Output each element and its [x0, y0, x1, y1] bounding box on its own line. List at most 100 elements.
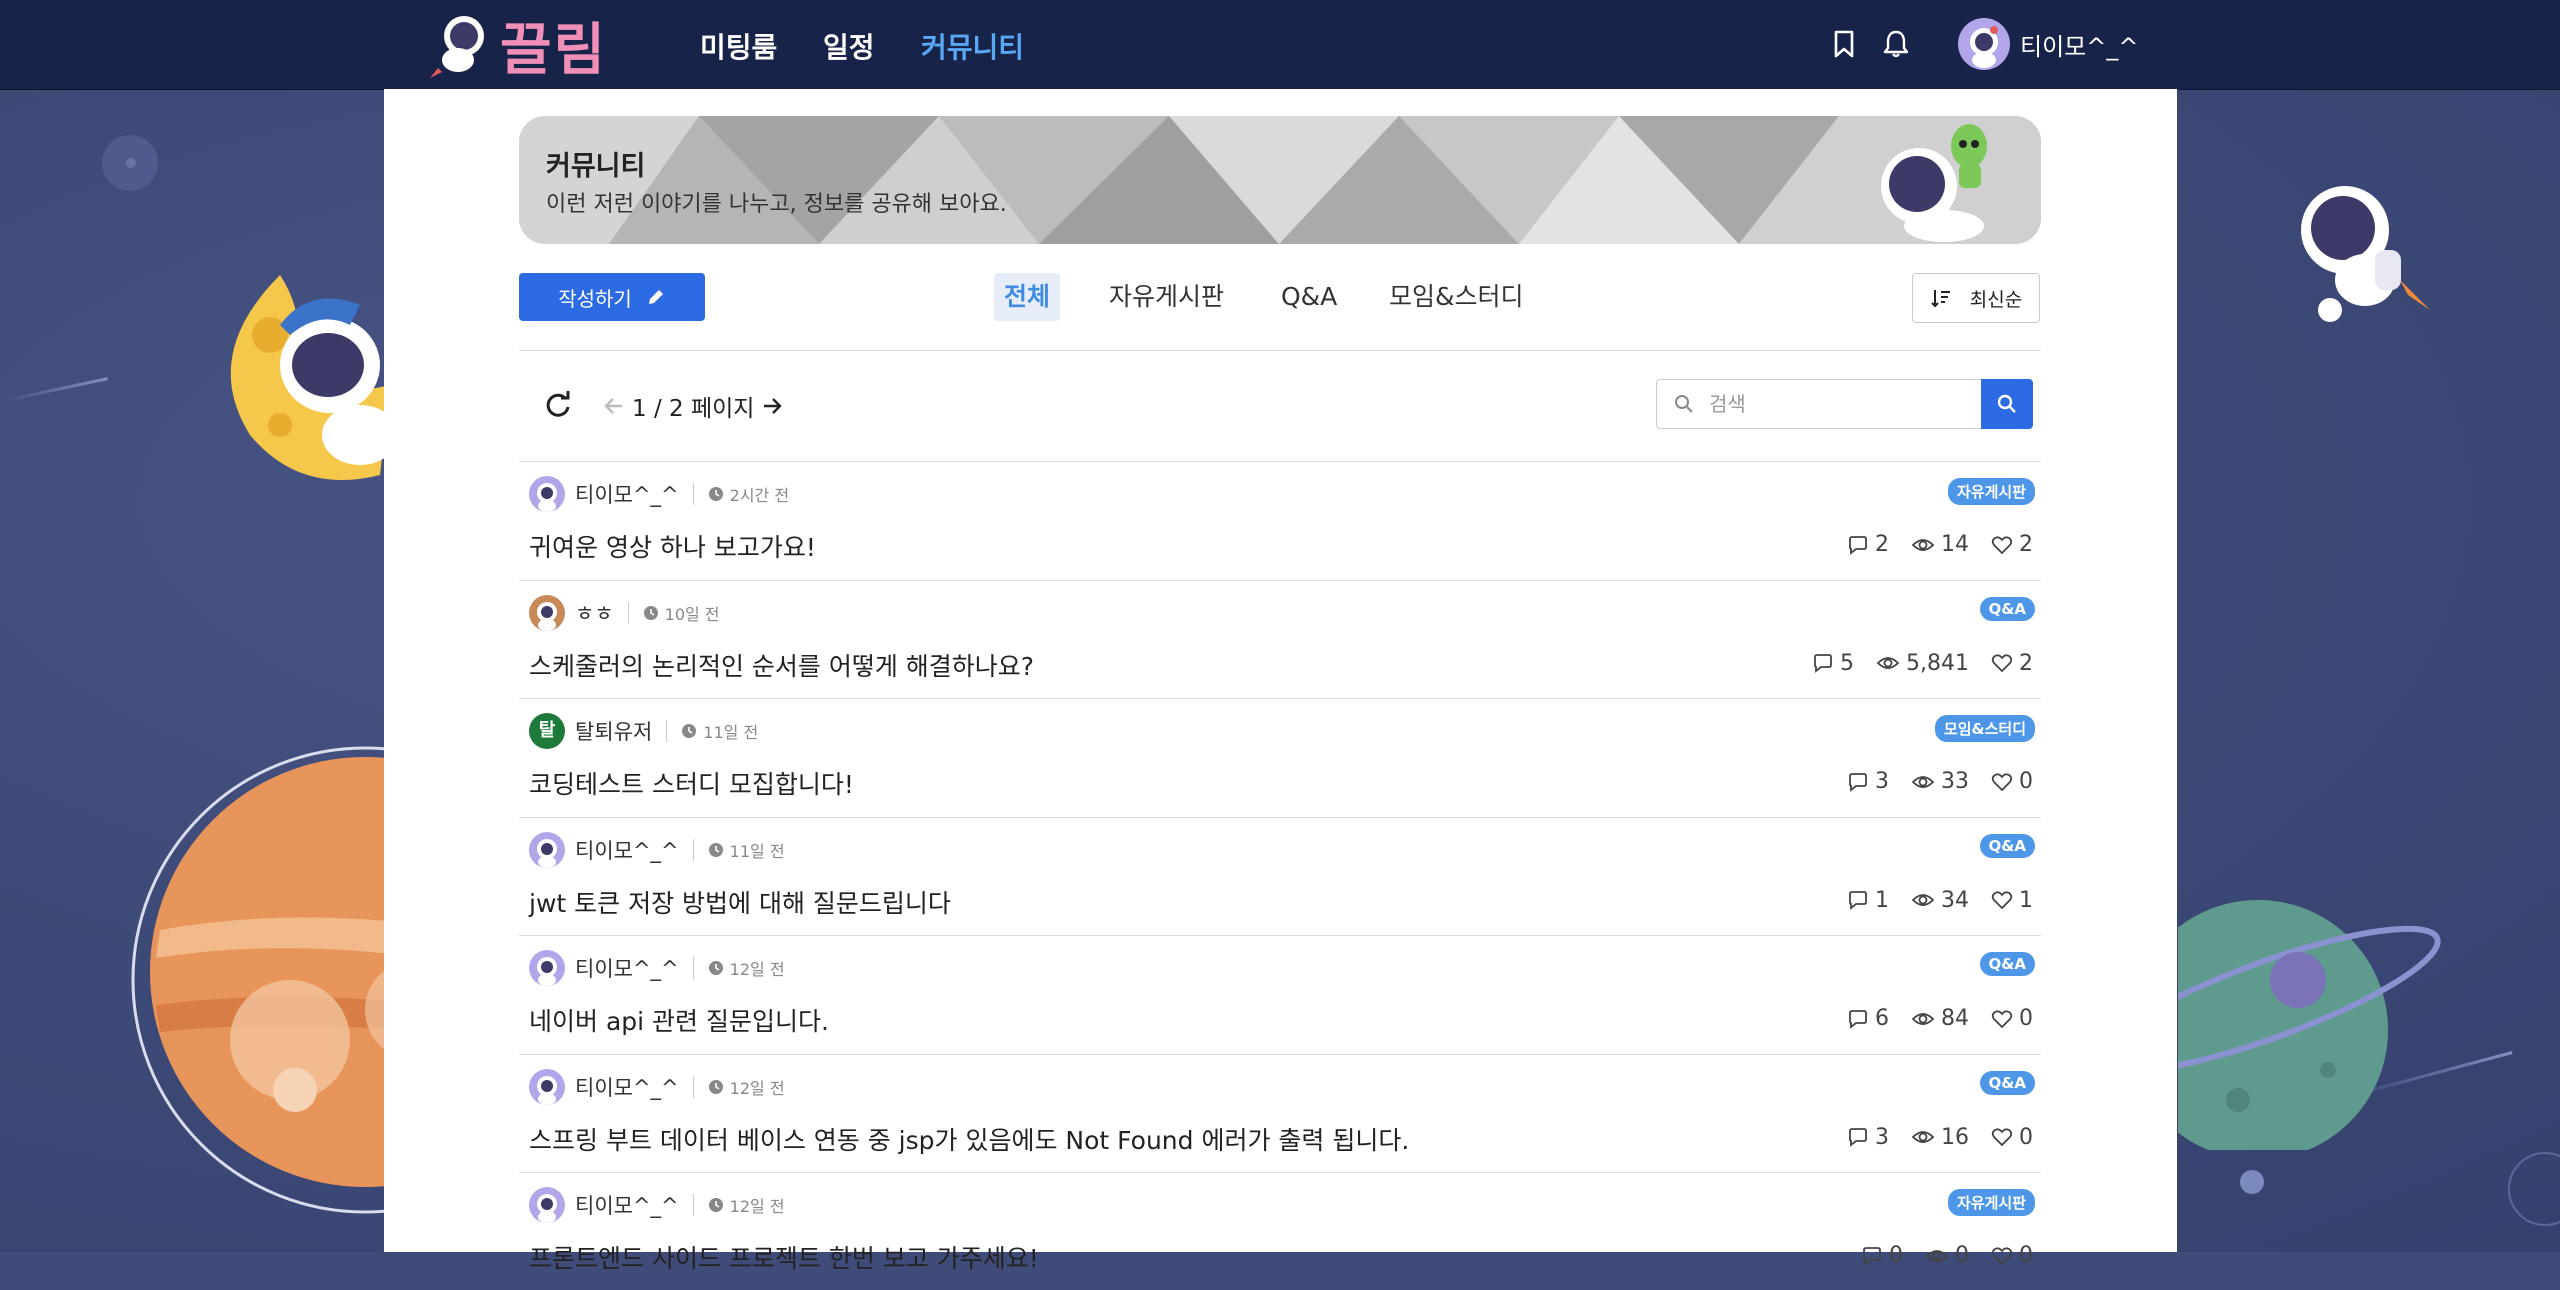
tab-meetup-study[interactable]: 모임&스터디 — [1379, 273, 1534, 321]
post-title[interactable]: 스프링 부트 데이터 베이스 연동 중 jsp가 있음에도 Not Found … — [529, 1121, 1409, 1157]
arrow-left-icon[interactable] — [602, 394, 626, 418]
divider — [519, 350, 2041, 351]
post-stats: 2 14 2 — [1847, 532, 2033, 557]
user-menu[interactable]: 티이모^_^ — [1958, 18, 2138, 70]
meta-divider — [692, 838, 694, 861]
post-time-text: 12일 전 — [729, 1197, 785, 1216]
post-title[interactable]: 프론트엔드 사이드 프로젝트 한번 보고 가주세요! — [529, 1239, 1039, 1275]
tab-free-board[interactable]: 자유게시판 — [1099, 273, 1234, 321]
post-author[interactable]: 티이모^_^ — [575, 1190, 679, 1220]
page-indicator: 1 / 2 페이지 — [632, 396, 755, 422]
post-row[interactable]: 티이모^_^ 2시간 전 귀여운 영상 하나 보고가요! 자유게시판 2 14 … — [519, 461, 2041, 579]
tab-all[interactable]: 전체 — [994, 273, 1061, 321]
comment-icon — [1849, 891, 1867, 910]
author-avatar[interactable] — [529, 831, 565, 868]
view-count: 5,841 — [1906, 650, 1969, 676]
nav-community[interactable]: 커뮤니티 — [921, 26, 1024, 66]
category-badge: Q&A — [1979, 833, 2035, 858]
nav-meeting-room[interactable]: 미팅룸 — [700, 26, 777, 66]
write-post-button[interactable]: 작성하기 — [519, 273, 705, 321]
avatar-letter: 탈 — [538, 720, 556, 741]
author-avatar[interactable]: 탈 — [529, 713, 565, 749]
post-title[interactable]: 귀여운 영상 하나 보고가요! — [529, 528, 816, 564]
post-time-text: 12일 전 — [729, 960, 785, 979]
heart-icon — [1991, 1128, 2013, 1147]
post-stats: 1 34 1 — [1847, 888, 2033, 913]
star-icon — [2240, 1170, 2264, 1194]
post-author[interactable]: 티이모^_^ — [575, 1072, 679, 1102]
post-time-text: 2시간 전 — [729, 486, 790, 505]
author-avatar[interactable] — [529, 594, 565, 631]
post-title[interactable]: jwt 토큰 저장 방법에 대해 질문드립니다 — [529, 884, 951, 920]
astronaut-avatar-icon — [537, 1194, 557, 1223]
user-avatar — [1958, 18, 2010, 70]
bell-icon[interactable] — [1880, 28, 1912, 60]
planet-outline-icon — [2508, 1152, 2560, 1226]
post-row[interactable]: 티이모^_^ 11일 전 jwt 토큰 저장 방법에 대해 질문드립니다 Q&A… — [519, 816, 2041, 935]
tab-qna[interactable]: Q&A — [1271, 273, 1347, 321]
post-stats: 5 5,841 2 — [1812, 651, 2033, 676]
search-icon — [1997, 394, 2016, 413]
comment-icon — [1863, 1246, 1881, 1266]
post-stats: 3 33 0 — [1847, 769, 2033, 794]
category-badge: Q&A — [1979, 952, 2035, 976]
comment-count: 3 — [1875, 1124, 1889, 1150]
astronaut-avatar-icon — [537, 483, 557, 512]
astronaut-avatar-icon — [537, 838, 557, 868]
nav-schedule[interactable]: 일정 — [823, 26, 875, 66]
arrow-right-icon[interactable] — [760, 394, 784, 418]
planet-orange-icon — [131, 746, 400, 1214]
category-badge: 모임&스터디 — [1934, 715, 2035, 742]
post-row[interactable]: 티이모^_^ 12일 전 네이버 api 관련 질문입니다. Q&A 6 84 … — [519, 935, 2041, 1053]
post-author[interactable]: 티이모^_^ — [575, 953, 679, 983]
like-count: 1 — [2019, 887, 2033, 913]
post-row[interactable]: 티이모^_^ 12일 전 스프링 부트 데이터 베이스 연동 중 jsp가 있음… — [519, 1053, 2041, 1172]
post-row[interactable]: 티이모^_^ 12일 전 프론트엔드 사이드 프로젝트 한번 보고 가주세요! … — [519, 1172, 2041, 1290]
like-count: 0 — [2019, 1124, 2033, 1150]
sort-button[interactable]: 최신순 — [1912, 273, 2040, 323]
pencil-icon — [648, 290, 663, 304]
clock-icon — [708, 1198, 723, 1212]
comment-icon — [1849, 772, 1867, 792]
post-time: 11일 전 — [708, 838, 785, 862]
post-title[interactable]: 네이버 api 관련 질문입니다. — [529, 1002, 829, 1038]
post-row[interactable]: 탈 탈퇴유저 11일 전 코딩테스트 스터디 모집합니다! 모임&스터디 3 3… — [519, 698, 2041, 816]
author-avatar[interactable] — [529, 950, 565, 986]
search-input[interactable] — [1707, 391, 1971, 417]
heart-icon — [1991, 654, 2013, 673]
comment-icon — [1849, 1128, 1867, 1147]
view-count: 34 — [1941, 887, 1969, 913]
logo-astronaut-icon — [430, 16, 484, 78]
search-icon — [1675, 395, 1693, 413]
comment-count: 2 — [1875, 532, 1889, 557]
post-author[interactable]: 티이모^_^ — [575, 479, 679, 509]
bookmark-icon[interactable] — [1828, 28, 1860, 60]
post-time: 12일 전 — [708, 1193, 785, 1217]
heart-icon — [1991, 772, 2013, 791]
author-avatar[interactable] — [529, 1187, 565, 1223]
comment-count: 6 — [1875, 1006, 1889, 1031]
post-meta: 티이모^_^ 12일 전 — [529, 1068, 785, 1105]
post-meta: 티이모^_^ 2시간 전 — [529, 476, 789, 512]
pagination: 1 / 2 페이지 — [602, 389, 784, 423]
community-banner: 커뮤니티 이런 저런 이야기를 나누고, 정보를 공유해 보아요. — [519, 116, 2041, 244]
eye-icon — [1925, 1249, 1949, 1262]
author-avatar[interactable] — [529, 476, 565, 512]
planet-green-icon — [2178, 900, 2441, 1150]
astronaut-icon — [2301, 186, 2430, 322]
post-author[interactable]: 탈퇴유저 — [575, 716, 652, 746]
post-author[interactable]: 티이모^_^ — [575, 835, 679, 865]
post-title[interactable]: 스케줄러의 논리적인 순서를 어떻게 해결하나요? — [529, 647, 1034, 683]
heart-icon — [1991, 1246, 2013, 1265]
logo[interactable]: 끌림 — [428, 10, 607, 83]
post-author[interactable]: ㅎㅎ — [575, 598, 614, 628]
author-avatar[interactable] — [529, 1068, 565, 1105]
like-count: 0 — [2019, 1243, 2033, 1268]
post-row[interactable]: ㅎㅎ 10일 전 스케줄러의 논리적인 순서를 어떻게 해결하나요? Q&A 5… — [519, 579, 2041, 698]
view-count: 14 — [1941, 532, 1969, 557]
eye-icon — [1911, 1131, 1935, 1143]
post-time: 12일 전 — [708, 956, 785, 980]
search-button[interactable] — [1981, 379, 2033, 429]
post-title[interactable]: 코딩테스트 스터디 모집합니다! — [529, 765, 854, 801]
refresh-icon[interactable] — [542, 389, 574, 421]
